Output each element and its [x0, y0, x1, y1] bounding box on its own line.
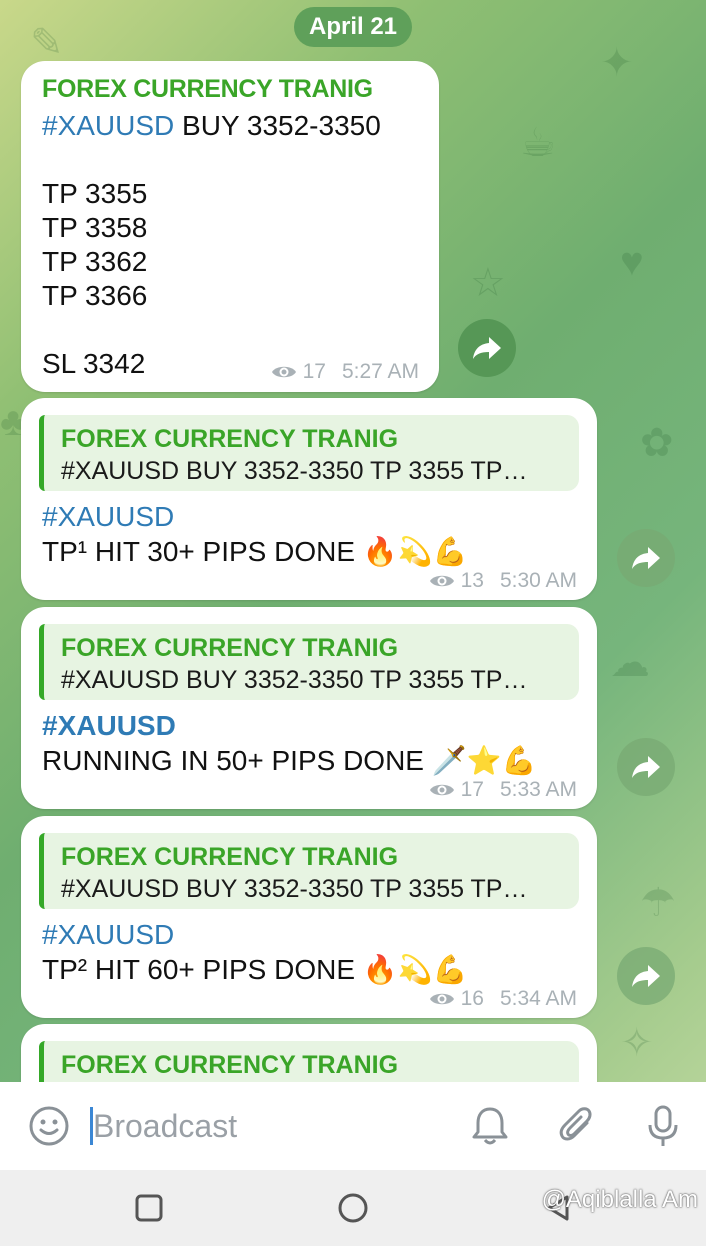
composer-bar: Broadcast: [0, 1082, 706, 1170]
hashtag-link[interactable]: #XAUUSD: [42, 919, 174, 951]
recents-button[interactable]: [131, 1190, 167, 1226]
date-separator: April 21: [294, 7, 412, 47]
hashtag-link[interactable]: #XAUUSD: [42, 710, 176, 742]
eye-icon: [429, 993, 454, 1005]
tp-line: TP 3362: [42, 246, 148, 277]
microphone-icon[interactable]: [641, 1104, 685, 1148]
home-button[interactable]: [335, 1190, 371, 1226]
tp-line: TP 3358: [42, 212, 148, 243]
broadcast-input[interactable]: Broadcast: [93, 1108, 237, 1145]
reply-sender: FOREX CURRENCY TRANIG: [61, 1051, 399, 1079]
reply-quote[interactable]: FOREX CURRENCY TRANIG #XAUUSD BUY 3352-3…: [39, 833, 579, 909]
message-bubble-reply[interactable]: FOREX CURRENCY TRANIG #XAUUSD BUY 3352-3…: [21, 398, 597, 600]
message-meta: 16 5:34 AM: [429, 987, 577, 1011]
message-bubble-signal[interactable]: FOREX CURRENCY TRANIG #XAUUSD BUY 3352-3…: [21, 61, 439, 392]
share-arrow-icon[interactable]: [617, 529, 675, 587]
paperclip-icon[interactable]: [555, 1104, 599, 1148]
message-meta: 13 5:30 AM: [429, 569, 577, 593]
view-count: 17: [302, 360, 326, 383]
message-meta: 17 5:27 AM: [271, 360, 419, 384]
message-time: 5:30 AM: [499, 569, 577, 592]
sl-line: SL 3342: [42, 348, 146, 379]
tp-line: TP 3366: [42, 280, 148, 311]
eye-icon: [271, 366, 296, 378]
reply-sender: FOREX CURRENCY TRANIG: [61, 843, 399, 871]
signal-title: #XAUUSD BUY 3352-3350: [42, 110, 381, 141]
reply-sender: FOREX CURRENCY TRANIG: [61, 634, 399, 662]
eye-icon: [429, 784, 454, 796]
share-arrow-icon[interactable]: [617, 947, 675, 1005]
smile-icon[interactable]: [27, 1104, 71, 1148]
message-bubble-reply[interactable]: FOREX CURRENCY TRANIG #XAUUSD BUY 3352-3…: [21, 816, 597, 1018]
system-navigation-bar: @Aqiblalla Am: [0, 1170, 706, 1246]
reply-preview: #XAUUSD BUY 3352-3350 TP 3355 TP…: [61, 666, 528, 694]
view-count: 17: [460, 778, 484, 801]
reply-quote[interactable]: FOREX CURRENCY TRANIG #XAUUSD BUY 3352-3…: [39, 624, 579, 700]
message-bubble-reply[interactable]: FOREX CURRENCY TRANIG #XAUUSD BUY 3352-3…: [21, 607, 597, 809]
message-time: 5:34 AM: [499, 987, 577, 1010]
reply-preview: #XAUUSD BUY 3352-3350 TP 3355 TP…: [61, 875, 528, 903]
eye-icon: [429, 575, 454, 587]
message-text: TP² HIT 60+ PIPS DONE 🔥💫💪: [42, 954, 468, 985]
hashtag-link[interactable]: #XAUUSD: [42, 110, 174, 141]
message-meta: 17 5:33 AM: [429, 778, 577, 802]
reply-sender: FOREX CURRENCY TRANIG: [61, 425, 399, 453]
tp-line: TP 3355: [42, 178, 148, 209]
view-count: 16: [460, 987, 484, 1010]
share-arrow-icon[interactable]: [617, 738, 675, 796]
message-time: 5:27 AM: [341, 360, 419, 383]
message-text: RUNNING IN 50+ PIPS DONE 🗡️⭐💪: [42, 745, 537, 776]
view-count: 13: [460, 569, 484, 592]
watermark-text: @Aqiblalla Am: [541, 1186, 698, 1213]
channel-name: FOREX CURRENCY TRANIG: [42, 75, 373, 103]
hashtag-link[interactable]: #XAUUSD: [42, 501, 174, 533]
share-arrow-icon[interactable]: [458, 319, 516, 377]
message-text: TP¹ HIT 30+ PIPS DONE 🔥💫💪: [42, 536, 468, 567]
bell-icon[interactable]: [468, 1104, 512, 1148]
message-time: 5:33 AM: [499, 778, 577, 801]
reply-preview: #XAUUSD BUY 3352-3350 TP 3355 TP…: [61, 457, 528, 485]
reply-quote[interactable]: FOREX CURRENCY TRANIG #XAUUSD BUY 3352-3…: [39, 415, 579, 491]
